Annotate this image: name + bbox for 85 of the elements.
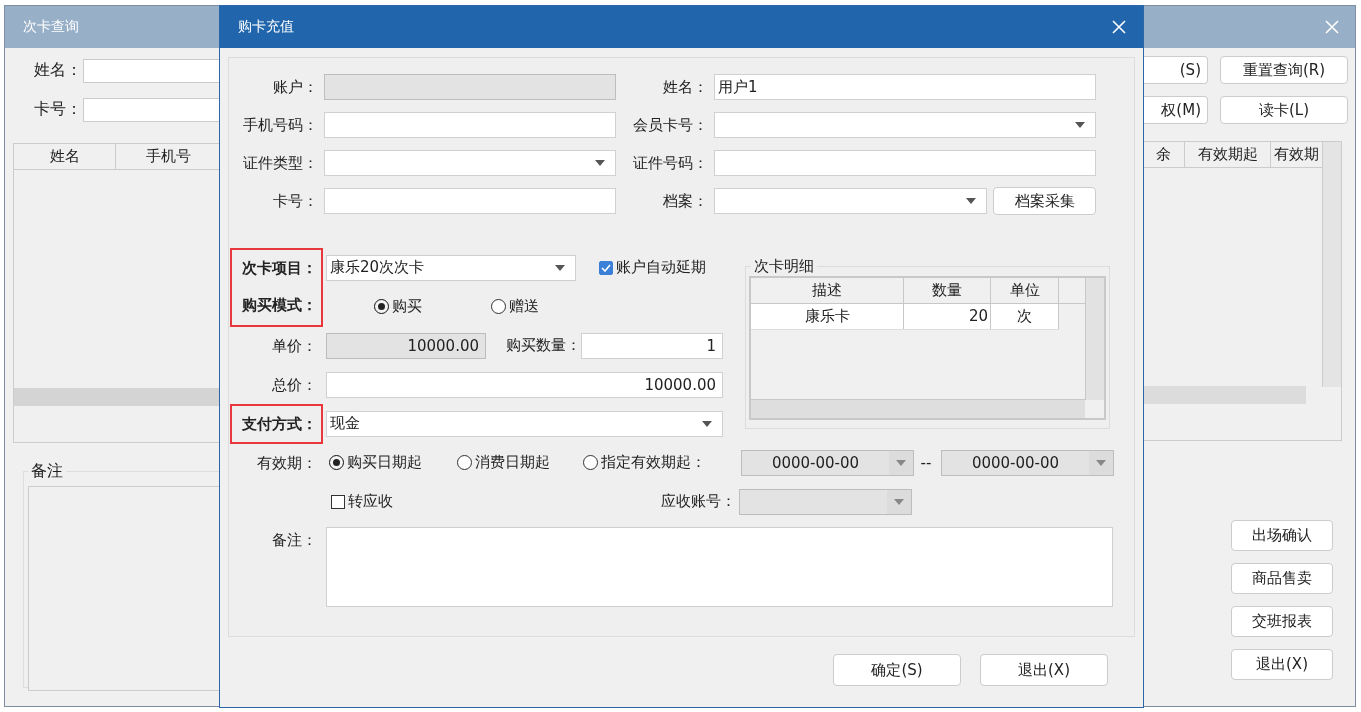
field-label: 姓名： [662, 77, 709, 97]
field-label: 姓名： [33, 60, 83, 81]
dialog-button[interactable]: 退出(X) [980, 654, 1108, 686]
field-label: 备注： [271, 530, 318, 551]
field-label: 档案： [662, 191, 709, 211]
window-title: 购卡充值 [238, 18, 294, 36]
remarks-field[interactable] [326, 527, 1113, 607]
range-separator: -- [919, 453, 933, 472]
field-label: 卡号： [33, 99, 83, 120]
field-label: 支付方式： [230, 403, 323, 444]
caret-icon [702, 420, 712, 427]
caret-icon [1096, 459, 1106, 466]
field-label: 会员卡号： [632, 115, 709, 135]
input-field[interactable]: 10000.00 [326, 332, 486, 359]
action-button[interactable]: 退出(X) [1231, 649, 1333, 680]
checkbox[interactable]: 账户自动延期 [599, 258, 706, 277]
radio-button[interactable]: 消费日期起 [457, 453, 583, 472]
date-picker[interactable]: 0000-00-00 [941, 449, 1114, 476]
caret-icon [555, 264, 565, 271]
radio-button[interactable]: 指定有效期起： [583, 453, 738, 472]
date-picker[interactable]: 0000-00-00 [741, 449, 914, 476]
input-field[interactable]: 用户1 [714, 74, 1096, 100]
field-label: 证件号码： [632, 153, 709, 173]
column-header[interactable]: 单位 [991, 278, 1059, 303]
table-cell: 康乐卡 [751, 304, 904, 329]
radio-button[interactable]: 赠送 [491, 297, 539, 316]
column-header[interactable]: 数量 [904, 278, 991, 303]
archive-button[interactable]: 档案采集 [993, 187, 1096, 215]
field-label: 手机号码： [242, 115, 319, 135]
input-field[interactable]: 1 [581, 332, 723, 359]
query-button[interactable]: (S) [1143, 56, 1208, 84]
radio-button[interactable]: 购买日期起 [329, 453, 457, 472]
dropdown[interactable] [714, 188, 987, 214]
field-label: 应收账号： [660, 492, 736, 511]
table-cell: 次 [991, 304, 1059, 329]
dropdown[interactable]: 现金 [326, 410, 723, 437]
check-icon [601, 263, 611, 272]
column-header[interactable]: 有效期 [1271, 142, 1322, 167]
input-field[interactable] [83, 58, 220, 83]
field-label: 单价： [271, 335, 318, 357]
caret-icon [966, 198, 976, 204]
query-button[interactable]: 重置查询(R) [1220, 56, 1348, 84]
caret-icon [894, 498, 904, 505]
radio-button[interactable]: 购买 [374, 297, 491, 316]
scrollbar[interactable] [751, 399, 1085, 418]
action-button[interactable]: 交班报表 [1231, 606, 1333, 637]
window-title: 次卡查询 [23, 18, 79, 36]
column-header[interactable]: 描述 [751, 278, 904, 303]
field-label: 购买数量： [505, 336, 581, 355]
field-label: 总价： [271, 374, 318, 396]
column-header[interactable]: 有效期起 [1185, 142, 1271, 167]
field-label: 次卡项目： [230, 247, 323, 288]
dropdown[interactable] [739, 488, 912, 515]
action-button[interactable]: 出场确认 [1231, 520, 1333, 551]
caret-icon [896, 459, 906, 466]
checkbox[interactable]: 转应收 [331, 492, 621, 511]
input-field[interactable] [324, 112, 616, 138]
scrollbar[interactable] [14, 388, 220, 406]
query-button[interactable]: 读卡(L) [1220, 96, 1348, 124]
column-header[interactable]: 姓名 [14, 144, 116, 169]
field-label: 账户： [272, 77, 319, 97]
group-title: 备注 [30, 461, 64, 482]
dropdown[interactable]: 康乐20次次卡 [326, 254, 576, 281]
scrollbar[interactable] [1143, 386, 1306, 404]
scrollbar[interactable] [1085, 278, 1104, 400]
field-label: 有效期： [256, 452, 318, 474]
caret-icon [1075, 122, 1085, 128]
query-button[interactable]: 权(M) [1143, 96, 1208, 124]
input-field[interactable]: 10000.00 [326, 371, 723, 398]
dropdown[interactable] [324, 150, 616, 176]
dropdown[interactable] [714, 112, 1096, 138]
input-field[interactable] [324, 188, 616, 214]
group-title: 次卡明细 [753, 257, 815, 276]
column-header[interactable]: 手机号 [116, 144, 220, 169]
action-button[interactable]: 商品售卖 [1231, 563, 1333, 594]
caret-icon [595, 160, 605, 166]
field-label: 购买模式： [230, 283, 323, 327]
field-label: 证件类型： [242, 153, 319, 173]
scrollbar[interactable] [1322, 142, 1341, 387]
table-cell: 20 [904, 304, 991, 329]
close-icon[interactable] [1112, 20, 1126, 34]
field-label: 卡号： [272, 191, 319, 211]
input-field[interactable] [83, 97, 220, 122]
dialog-button[interactable]: 确定(S) [833, 654, 961, 686]
input-field[interactable] [714, 150, 1096, 176]
